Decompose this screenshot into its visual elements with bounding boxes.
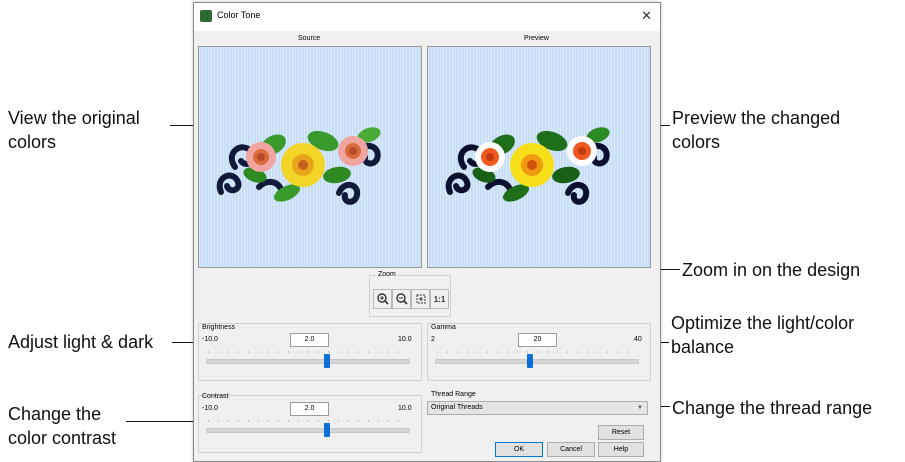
preview-flower-center	[510, 143, 554, 187]
source-flower-right	[338, 136, 368, 166]
chevron-down-icon: ▼	[637, 405, 643, 411]
preview-panel	[427, 46, 651, 268]
contrast-max: 10.0	[398, 405, 412, 412]
preview-label: Preview	[524, 35, 549, 42]
brightness-label: Brightness	[202, 324, 236, 331]
dialog-title: Color Tone	[217, 10, 261, 20]
brightness-max: 10.0	[398, 336, 412, 343]
close-icon[interactable]: ✕	[641, 8, 652, 24]
ok-button[interactable]: OK	[495, 442, 543, 457]
brightness-slider[interactable]	[324, 354, 331, 368]
zoom-in-icon	[376, 293, 389, 305]
zoom-in-button[interactable]	[373, 289, 392, 309]
gamma-ticks	[437, 351, 637, 353]
callout-zoom: Zoom in on the design	[682, 260, 861, 280]
source-design-image	[216, 127, 381, 205]
callout-preview: Preview the changed colors	[672, 108, 841, 152]
contrast-value[interactable]: 2.0	[290, 402, 329, 416]
gamma-value[interactable]: 20	[518, 333, 557, 347]
brightness-ticks	[208, 351, 408, 353]
gamma-track	[435, 359, 639, 364]
brightness-min: -10.0	[202, 336, 218, 343]
brightness-track	[206, 359, 410, 364]
gamma-label: Gamma	[431, 324, 456, 331]
contrast-slider[interactable]	[324, 423, 331, 437]
callout-optimize: Optimize the light/color balance	[671, 313, 855, 357]
thread-range-value: Original Threads	[431, 404, 483, 411]
help-button[interactable]: Help	[598, 442, 644, 457]
callout-adjust: Adjust light & dark	[8, 332, 154, 352]
preview-design-image	[445, 127, 610, 205]
cancel-button[interactable]: Cancel	[547, 442, 595, 457]
source-panel	[198, 46, 422, 268]
contrast-min: -10.0	[202, 405, 218, 412]
app-icon	[200, 10, 212, 22]
callout-view-original: View the original colors	[8, 108, 140, 152]
title-bar: Color Tone ✕	[194, 3, 660, 31]
callout-thread: Change the thread range	[672, 398, 873, 418]
thread-range-label: Thread Range	[431, 391, 476, 398]
source-flower-left	[246, 142, 276, 172]
zoom-out-button[interactable]	[392, 289, 411, 309]
preview-flower-right	[567, 136, 597, 166]
gamma-max: 40	[634, 336, 642, 343]
zoom-actual-size-button[interactable]: 1:1	[430, 289, 449, 309]
color-tone-dialog: Color Tone ✕ Source Preview Zoom 1:1 Bri…	[193, 2, 661, 462]
source-label: Source	[298, 35, 321, 42]
zoom-fit-icon	[416, 294, 425, 304]
preview-flower-left	[475, 142, 505, 172]
gamma-slider[interactable]	[526, 354, 533, 368]
zoom-out-icon	[395, 293, 408, 305]
zoom-label: Zoom	[376, 271, 398, 278]
thread-range-select[interactable]: Original Threads ▼	[427, 401, 648, 415]
source-flower-center	[281, 143, 325, 187]
zoom-fit-button[interactable]	[411, 289, 430, 309]
reset-button[interactable]: Reset	[598, 425, 644, 440]
gamma-min: 2	[431, 336, 435, 343]
contrast-ticks	[208, 420, 408, 422]
callout-contrast: Change the color contrast	[8, 404, 117, 448]
contrast-label: Contrast	[202, 393, 229, 400]
brightness-value[interactable]: 2.0	[290, 333, 329, 347]
contrast-track	[206, 428, 410, 433]
